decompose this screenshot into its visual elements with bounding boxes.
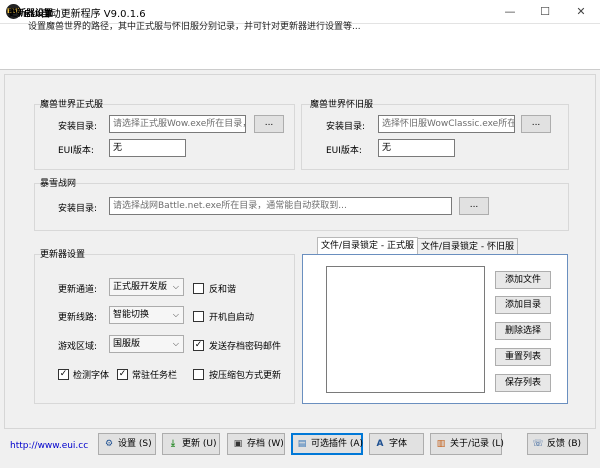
send-archive-email-label: 发送存档密码邮件 [209, 342, 282, 352]
font-button[interactable]: A 字体 [369, 433, 424, 455]
battlenet-install-label: 安装目录: [58, 204, 98, 214]
add-file-button[interactable]: 添加文件 [495, 271, 551, 289]
check-font-checkbox[interactable]: ✓ [58, 369, 69, 380]
channel-label: 更新通道: [58, 285, 98, 295]
archive-button[interactable]: ▣ 存档 (W) [227, 433, 285, 455]
retail-install-label: 安装目录: [58, 122, 98, 132]
update-button[interactable]: ⤓ 更新 (U) [162, 433, 220, 455]
classic-group-title: 魔兽世界怀旧服 [310, 100, 374, 110]
tray-resident-checkbox[interactable]: ✓ [117, 369, 128, 380]
retail-version-field[interactable]: 无 [109, 139, 186, 157]
tray-resident-label: 常驻任务栏 [132, 371, 178, 381]
plugin-icon: ▤ [297, 439, 307, 449]
reset-list-button[interactable]: 重置列表 [495, 348, 551, 366]
classic-version-label: EUI版本: [326, 146, 362, 156]
archive-button-label: 存档 (W) [247, 439, 284, 449]
retail-group-title: 魔兽世界正式服 [40, 100, 104, 110]
zip-update-label: 按压缩包方式更新 [209, 371, 282, 381]
close-button[interactable]: ✕ [566, 0, 596, 24]
minimize-button[interactable]: — [495, 0, 525, 24]
save-icon: ▣ [233, 439, 243, 449]
maximize-button[interactable]: ☐ [530, 0, 560, 24]
book-icon: ▥ [436, 439, 446, 449]
about-log-button-label: 关于/记录 (L) [450, 439, 504, 449]
retail-group [34, 104, 295, 170]
route-select-value: 智能切换 [113, 310, 150, 320]
page-title: 更新器设置 [8, 9, 54, 19]
save-list-button[interactable]: 保存列表 [495, 374, 551, 392]
settings-button-label: 设置 (S) [118, 439, 152, 449]
optional-plugins-button[interactable]: ▤ 可选插件 (A) [291, 433, 363, 455]
classic-browse-button[interactable]: ... [521, 115, 551, 133]
battlenet-group-title: 暴雪战网 [40, 179, 77, 189]
about-log-button[interactable]: ▥ 关于/记录 (L) [430, 433, 504, 455]
retail-browse-button[interactable]: ... [254, 115, 284, 133]
locked-files-list[interactable] [326, 266, 485, 393]
website-link[interactable]: http://www.eui.cc [10, 441, 88, 451]
classic-version-field[interactable]: 无 [378, 139, 455, 157]
delete-selection-button[interactable]: 删除选择 [495, 322, 551, 340]
battlenet-browse-button[interactable]: ... [459, 197, 489, 215]
font-icon: A [376, 439, 384, 449]
region-select[interactable]: 国服版 ⌵ [109, 335, 184, 353]
battlenet-install-path-input[interactable]: 请选择战网Battle.net.exe所在目录，通常能自动获取到... [109, 197, 452, 215]
channel-select[interactable]: 正式服开发版 ⌵ [109, 278, 184, 296]
chevron-down-icon: ⌵ [172, 339, 179, 348]
add-folder-button[interactable]: 添加目录 [495, 296, 551, 314]
retail-install-path-input[interactable]: 请选择正式服Wow.exe所在目录， [109, 115, 246, 133]
chevron-down-icon: ⌵ [172, 310, 179, 319]
page-description: 设置魔兽世界的路径，其中正式服与怀旧服分别记录，并可针对更新器进行设置等... [28, 22, 361, 32]
region-label: 游戏区域: [58, 342, 98, 352]
classic-install-path-input[interactable]: 选择怀旧服WowClassic.exe所在目 [378, 115, 515, 133]
settings-button[interactable]: ⚙ 设置 (S) [98, 433, 156, 455]
channel-select-value: 正式服开发版 [113, 282, 168, 292]
gear-icon: ⚙ [104, 439, 114, 449]
download-icon: ⤓ [171, 439, 175, 449]
optional-plugins-button-label: 可选插件 (A) [311, 439, 364, 449]
update-button-label: 更新 (U) [182, 439, 217, 449]
check-font-label: 检测字体 [73, 371, 110, 381]
route-label: 更新线路: [58, 313, 98, 323]
send-archive-email-checkbox[interactable]: ✓ [193, 340, 204, 351]
route-select[interactable]: 智能切换 ⌵ [109, 306, 184, 324]
feedback-button-label: 反馈 (B) [547, 439, 582, 449]
autostart-checkbox[interactable] [193, 311, 204, 322]
chevron-down-icon: ⌵ [172, 282, 179, 291]
autostart-label: 开机自启动 [209, 313, 255, 323]
font-button-label: 字体 [389, 439, 408, 449]
retail-version-label: EUI版本: [58, 146, 94, 156]
updater-settings-title: 更新器设置 [40, 250, 86, 260]
updater-settings-group [34, 254, 295, 404]
region-select-value: 国服版 [113, 339, 141, 349]
classic-group [301, 104, 569, 170]
anti-harmony-checkbox[interactable] [193, 283, 204, 294]
classic-install-label: 安装目录: [326, 122, 366, 132]
zip-update-checkbox[interactable] [193, 369, 204, 380]
feedback-button[interactable]: ☏ 反馈 (B) [527, 433, 588, 455]
feedback-icon: ☏ [532, 439, 544, 449]
anti-harmony-label: 反和谐 [209, 285, 237, 295]
